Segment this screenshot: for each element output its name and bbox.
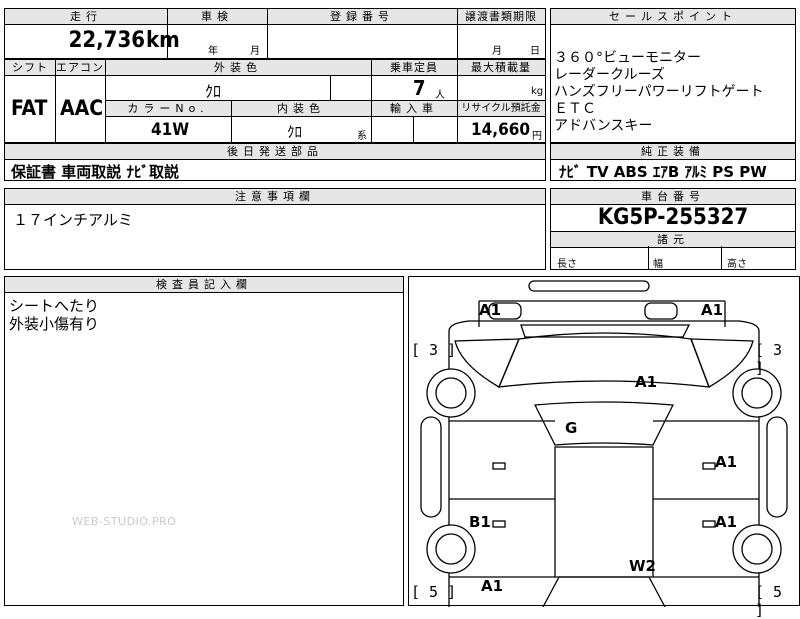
equipment-value: ﾅﾋﾞ TV ABS ｴｱB ｱﾙﾐ PS PW	[559, 163, 767, 181]
sales-point-item: ＥＴＣ	[554, 101, 596, 117]
aircon-value: AAC	[60, 96, 104, 120]
interior-suffix: 系	[357, 131, 367, 142]
later-parts-value: 保証書 車両取説 ﾅﾋﾞ取説	[11, 163, 179, 181]
vehicle-detail-table: シフト エアコン 外装色 乗車定員 最大積載量 カラーNo. 内装色 輸入車 リ…	[4, 59, 546, 143]
top-info-table: 走行 車検 登録番号 譲渡書類期限 22,736 km 年 月 月 日	[4, 8, 546, 59]
watermark: WEB-STUDIO.PRO	[72, 515, 177, 528]
notes-header: 注意事項欄	[5, 189, 545, 205]
later-parts-panel: 後日発送部品 保証書 車両取説 ﾅﾋﾞ取説	[4, 143, 546, 181]
mark-a1-hood: A1	[635, 373, 658, 391]
later-parts-header: 後日発送部品	[5, 144, 545, 160]
bracket-left-top: [ 3 ]	[411, 341, 457, 359]
recycle-value: 14,660	[470, 120, 530, 140]
recycle-header: リサイクル預託金	[457, 100, 545, 117]
sales-point-item: ハンズフリーパワーリフトゲート	[554, 84, 764, 100]
recycle-unit: 円	[532, 131, 542, 142]
bracket-right-bottom: [ 5 ]	[755, 583, 783, 619]
car-outline-diagram	[420, 280, 788, 607]
capacity-unit: 人	[435, 90, 445, 101]
inspection-header: 車検	[167, 9, 267, 25]
sales-points-header: セールスポイント	[551, 9, 795, 25]
inspection-month: 月	[250, 46, 260, 57]
inspector-header: 検査員記入欄	[5, 277, 403, 293]
mark-a1-right-front: A1	[715, 453, 738, 471]
sales-point-item: レーダークルーズ	[554, 67, 665, 83]
mark-a1-top-left: A1	[479, 301, 502, 319]
transfer-header: 譲渡書類期限	[457, 9, 545, 25]
capacity-value: 7	[413, 76, 426, 100]
distance-unit: km	[146, 28, 180, 53]
sales-point-item: ３６０°ビューモニター	[554, 50, 701, 66]
mark-a1-top-right: A1	[701, 301, 724, 319]
mark-b1-left-rear: B1	[469, 513, 491, 531]
interior-header: 内装色	[231, 100, 371, 117]
notes-value: １７インチアルミ	[13, 211, 133, 229]
mark-g-windshield: G	[565, 419, 578, 437]
inspector-panel: 検査員記入欄 シートへたり 外装小傷有り	[4, 276, 404, 606]
spec-height-label: 高さ	[727, 259, 747, 270]
exterior-value: ｸﾛ	[205, 82, 222, 101]
notes-panel: 注意事項欄 １７インチアルミ	[4, 188, 546, 270]
color-no-value: 41W	[151, 120, 190, 140]
sales-points-list: ３６０°ビューモニター レーダークルーズ ハンズフリーパワーリフトゲート ＥＴＣ…	[554, 50, 764, 135]
color-no-header: カラーNo.	[105, 100, 231, 117]
shift-value: FAT	[11, 96, 48, 120]
equipment-header: 純正装備	[551, 144, 795, 160]
car-damage-diagram: A1 A1 [ 3 ] [ 3 ] A1 G A1 B1 A1 W2 A1 [ …	[408, 276, 800, 619]
specs-header: 諸元	[551, 231, 795, 248]
interior-value: ｸﾛ	[287, 123, 303, 141]
aircon-header: エアコン	[55, 60, 105, 76]
equipment-panel: 純正装備 ﾅﾋﾞ TV ABS ｴｱB ｱﾙﾐ PS PW	[550, 143, 796, 181]
chassis-panel: 車台番号 KG5P-255327 諸元 長さ 幅 高さ	[550, 188, 796, 270]
sales-point-item: アドバンスキー	[554, 118, 653, 134]
mark-a1-bottom-left: A1	[481, 577, 504, 595]
chassis-header: 車台番号	[551, 189, 795, 205]
shift-header: シフト	[5, 60, 55, 76]
exterior-header: 外装色	[105, 60, 371, 76]
spec-width-label: 幅	[653, 259, 663, 270]
mark-a1-right-rear: A1	[715, 513, 738, 531]
chassis-value: KG5P-255327	[597, 205, 749, 230]
transfer-day: 日	[530, 46, 540, 57]
import-header: 輸入車	[371, 100, 457, 117]
distance-header: 走行	[5, 9, 167, 25]
transfer-month: 月	[492, 46, 502, 57]
sales-points-panel: セールスポイント ３６０°ビューモニター レーダークルーズ ハンズフリーパワーリ…	[550, 8, 796, 143]
registration-header: 登録番号	[267, 9, 457, 25]
inspection-year: 年	[208, 46, 218, 57]
capacity-header: 乗車定員	[371, 60, 457, 76]
distance-value: 22,736	[68, 28, 145, 53]
bracket-right-top: [ 3 ]	[755, 341, 783, 377]
maxload-header: 最大積載量	[457, 60, 545, 76]
maxload-unit: kg	[531, 86, 544, 97]
mark-w2-rear: W2	[629, 557, 656, 575]
inspector-line: 外装小傷有り	[9, 315, 100, 333]
bracket-left-bottom: [ 5 ]	[411, 583, 457, 601]
spec-length-label: 長さ	[557, 259, 577, 270]
